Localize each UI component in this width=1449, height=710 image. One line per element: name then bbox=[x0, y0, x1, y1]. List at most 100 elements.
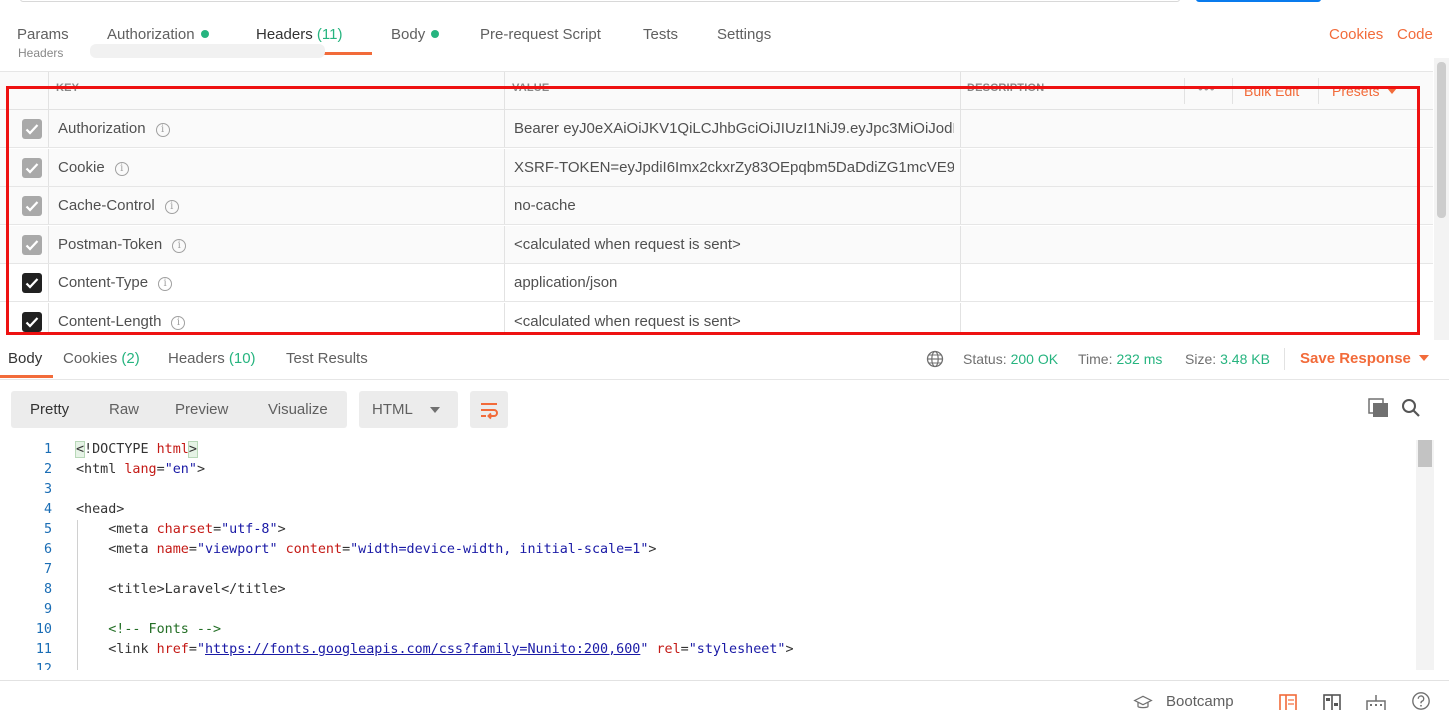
header-key[interactable]: Cache-Control i bbox=[58, 197, 179, 214]
cookies-link[interactable]: Cookies bbox=[1329, 26, 1383, 43]
code-link[interactable]: Code bbox=[1397, 26, 1433, 43]
tag: > bbox=[196, 462, 205, 477]
presets-dropdown[interactable]: Presets bbox=[1332, 83, 1398, 99]
header-key[interactable]: Postman-Token i bbox=[58, 236, 187, 253]
format-value: HTML bbox=[372, 401, 413, 418]
view-raw-button[interactable]: Raw bbox=[109, 401, 139, 418]
status-bar: Bootcamp bbox=[0, 680, 1449, 710]
view-pretty-button[interactable]: Pretty bbox=[30, 401, 69, 418]
globe-icon[interactable] bbox=[926, 350, 944, 368]
columns-icon[interactable] bbox=[1322, 693, 1342, 710]
table-row: Content-Type i application/json bbox=[0, 264, 1433, 302]
header-value[interactable]: XSRF-TOKEN=eyJpdiI6Imx2ckxrZy83OEpqbm5Da… bbox=[514, 159, 954, 176]
url-input[interactable] bbox=[20, 0, 1180, 2]
header-checkbox[interactable] bbox=[22, 119, 42, 139]
tab-pre-request-script[interactable]: Pre-request Script bbox=[480, 26, 601, 43]
header-key-text: Content-Length bbox=[58, 313, 162, 330]
header-checkbox[interactable] bbox=[22, 312, 42, 332]
wrap-lines-button[interactable] bbox=[470, 391, 508, 428]
copy-icon[interactable] bbox=[1368, 398, 1390, 418]
format-select[interactable]: HTML bbox=[359, 391, 458, 428]
status-label: Status: bbox=[963, 351, 1007, 367]
keyboard-icon[interactable] bbox=[1366, 693, 1386, 710]
column-divider bbox=[48, 187, 49, 224]
response-code-viewer[interactable]: 1 <!DOCTYPE html> 2 <html lang="en"> 3 4 <h… bbox=[0, 440, 1416, 670]
size-value[interactable]: 3.48 KB bbox=[1220, 351, 1270, 367]
headers-section-label: Headers bbox=[18, 46, 64, 58]
view-visualize-button[interactable]: Visualize bbox=[268, 401, 328, 418]
column-divider bbox=[48, 110, 49, 147]
scrollbar-thumb[interactable] bbox=[1437, 62, 1446, 218]
header-checkbox[interactable] bbox=[22, 158, 42, 178]
tab-label: Authorization bbox=[107, 26, 195, 43]
tab-label: Headers bbox=[168, 350, 225, 367]
column-divider bbox=[48, 149, 49, 186]
column-divider bbox=[504, 303, 505, 335]
header-key[interactable]: Content-Length i bbox=[58, 313, 186, 330]
header-checkbox[interactable] bbox=[22, 196, 42, 216]
tab-params[interactable]: Params bbox=[17, 26, 69, 43]
tab-test-results[interactable]: Test Results bbox=[286, 350, 368, 367]
header-key-text: Cache-Control bbox=[58, 197, 155, 214]
presets-label: Presets bbox=[1332, 83, 1380, 99]
hidden-headers-toggle[interactable] bbox=[90, 44, 325, 58]
tab-response-body[interactable]: Body bbox=[8, 350, 42, 367]
line-number: 4 bbox=[43, 502, 52, 517]
code-scrollbar[interactable] bbox=[1416, 440, 1434, 670]
view-preview-button[interactable]: Preview bbox=[175, 401, 228, 418]
divider bbox=[1184, 78, 1185, 104]
info-icon[interactable]: i bbox=[164, 200, 179, 214]
two-pane-icon[interactable] bbox=[1278, 693, 1298, 710]
bootcamp-link[interactable]: Bootcamp bbox=[1166, 693, 1234, 710]
time-value[interactable]: 232 ms bbox=[1116, 351, 1162, 367]
tab-settings[interactable]: Settings bbox=[717, 26, 771, 43]
header-checkbox[interactable] bbox=[22, 235, 42, 255]
search-icon[interactable] bbox=[1401, 398, 1421, 418]
info-icon[interactable]: i bbox=[158, 277, 173, 291]
info-icon[interactable]: i bbox=[172, 239, 187, 253]
header-key-text: Postman-Token bbox=[58, 236, 163, 253]
header-value[interactable]: <calculated when request is sent> bbox=[514, 236, 954, 253]
string: " bbox=[196, 642, 205, 657]
column-divider bbox=[504, 226, 505, 263]
column-divider bbox=[960, 72, 961, 109]
code-line: 6 <meta name="viewport" content="width=d… bbox=[0, 542, 1416, 562]
code-link[interactable]: https://fonts.googleapis.com/css?family=… bbox=[205, 642, 640, 657]
bootcamp-icon[interactable] bbox=[1133, 693, 1153, 710]
header-key[interactable]: Content-Type i bbox=[58, 274, 173, 291]
tab-body[interactable]: Body bbox=[391, 26, 440, 43]
header-key[interactable]: Cookie i bbox=[58, 159, 129, 176]
column-divider bbox=[960, 149, 961, 186]
request-scrollbar[interactable] bbox=[1434, 58, 1449, 340]
column-key: KEY bbox=[56, 82, 80, 94]
header-value[interactable]: application/json bbox=[514, 274, 954, 291]
info-icon[interactable]: i bbox=[155, 123, 170, 137]
tab-authorization[interactable]: Authorization bbox=[107, 26, 209, 43]
header-key-text: Content-Type bbox=[58, 274, 149, 291]
tab-response-cookies[interactable]: Cookies (2) bbox=[63, 350, 140, 367]
tab-label: Settings bbox=[717, 26, 772, 43]
header-value[interactable]: <calculated when request is sent> bbox=[514, 313, 954, 330]
bulk-edit-button[interactable]: Bulk Edit bbox=[1244, 83, 1299, 99]
status-value[interactable]: 200 OK bbox=[1011, 351, 1058, 367]
string: "width=device-width, initial-scale=1" bbox=[350, 542, 649, 557]
save-response-button[interactable]: Save Response bbox=[1300, 350, 1429, 367]
scrollbar-thumb[interactable] bbox=[1418, 440, 1432, 467]
header-value[interactable]: no-cache bbox=[514, 197, 954, 214]
header-checkbox[interactable] bbox=[22, 273, 42, 293]
info-icon[interactable]: i bbox=[171, 316, 186, 330]
line-number: 10 bbox=[35, 622, 52, 637]
help-icon[interactable] bbox=[1411, 691, 1431, 710]
info-icon[interactable]: i bbox=[114, 162, 129, 176]
header-value[interactable]: Bearer eyJ0eXAiOiJKV1QiLCJhbGciOiJIUzI1N… bbox=[514, 120, 954, 137]
column-divider bbox=[504, 264, 505, 301]
string: "utf-8" bbox=[221, 522, 278, 537]
more-options-icon[interactable]: ••• bbox=[1198, 80, 1216, 96]
header-key[interactable]: Authorization i bbox=[58, 120, 170, 137]
code-line: 9 bbox=[0, 602, 1416, 622]
tab-response-headers[interactable]: Headers (10) bbox=[168, 350, 256, 367]
tab-tests[interactable]: Tests bbox=[643, 26, 678, 43]
tab-headers[interactable]: Headers (11) bbox=[256, 26, 342, 43]
tab-label: Pre-request Script bbox=[480, 26, 601, 43]
send-button[interactable] bbox=[1196, 0, 1321, 2]
